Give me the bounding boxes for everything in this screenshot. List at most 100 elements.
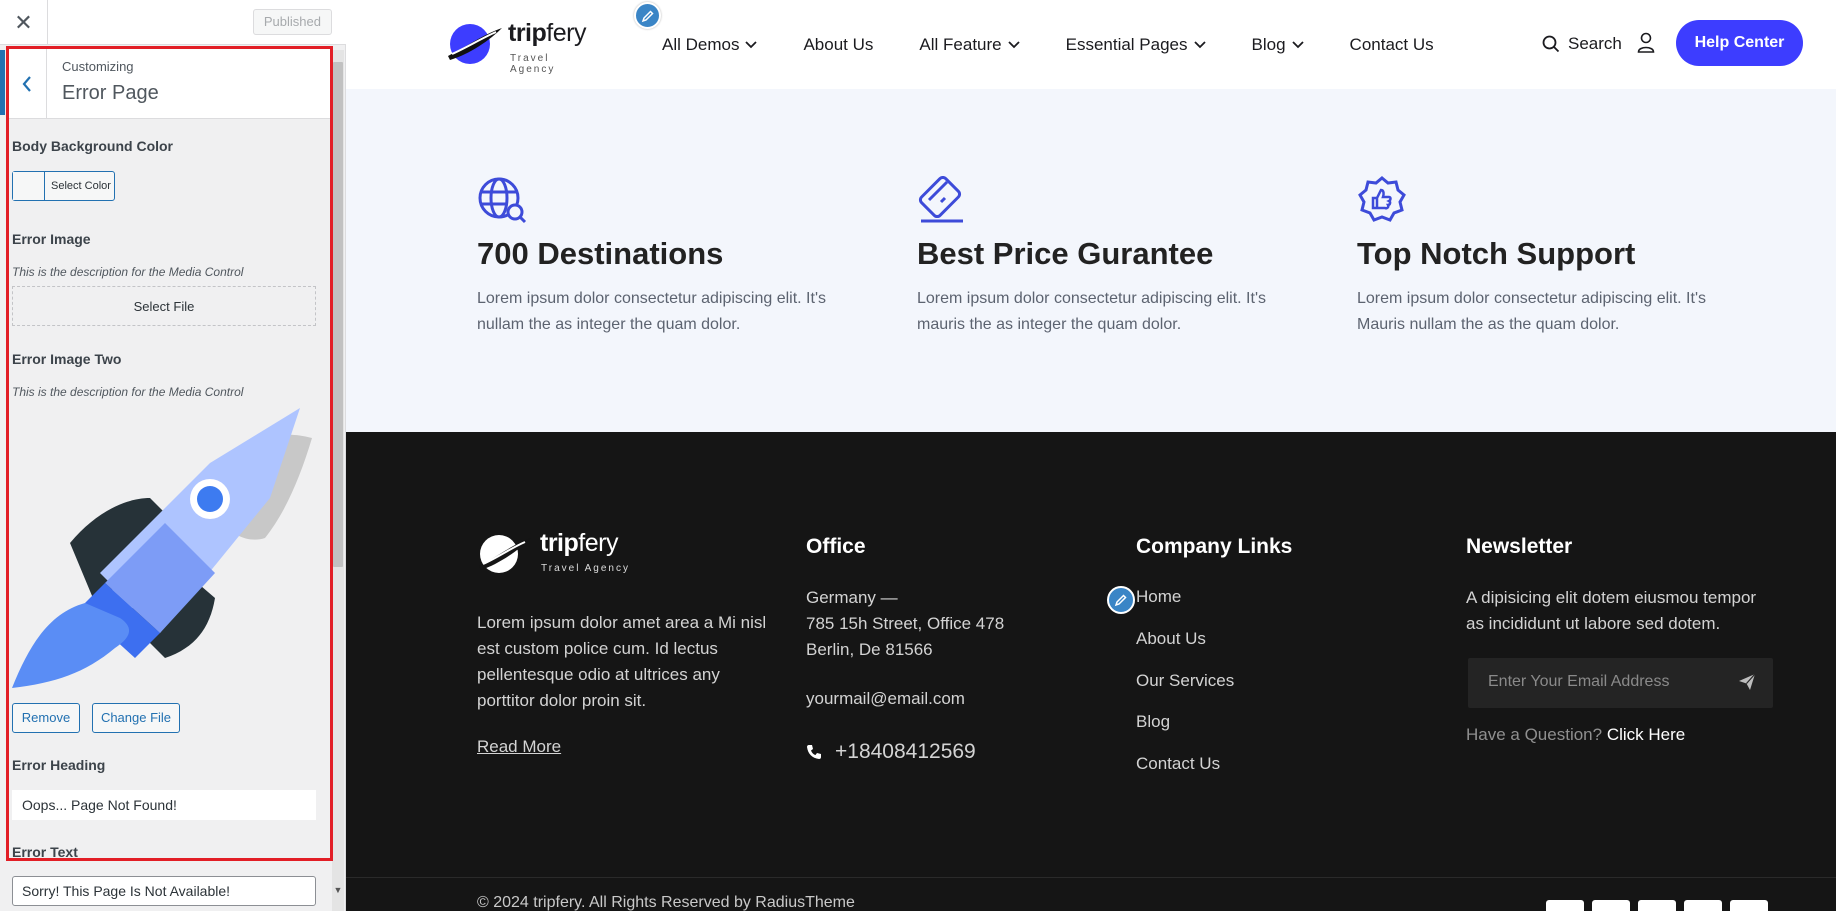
click-here-link[interactable]: Click Here: [1607, 725, 1685, 744]
nav-item-all-feature[interactable]: All Feature: [919, 34, 1020, 56]
feature-title: Best Price Gurantee: [917, 236, 1214, 271]
select-color-button[interactable]: Select Color: [12, 171, 115, 201]
features-section: 700 Destinations Lorem ipsum dolor conse…: [346, 89, 1836, 432]
footer-link-home[interactable]: Home: [1136, 587, 1181, 607]
select-color-label: Select Color: [51, 180, 111, 192]
chevron-down-icon: [1291, 41, 1304, 49]
error-heading-label: Error Heading: [12, 757, 106, 773]
error-heading-input[interactable]: Oops... Page Not Found!: [12, 790, 316, 820]
newsletter-text: A dipisicing elit dotem eiusmou tempor a…: [1466, 588, 1757, 633]
search-label: Search: [1568, 34, 1622, 53]
logo-tagline: Travel Agency: [541, 563, 630, 574]
newsletter-heading: Newsletter: [1466, 535, 1573, 558]
read-more-link[interactable]: Read More: [477, 737, 561, 757]
nav-item-essential-pages[interactable]: Essential Pages: [1066, 34, 1206, 56]
globe-search-icon: [478, 177, 527, 224]
footer-link-about-us[interactable]: About Us: [1136, 629, 1206, 649]
feature-description: Lorem ipsum dolor consectetur adipiscing…: [477, 290, 826, 333]
visa-icon: [1546, 900, 1584, 911]
nav-item-about-us[interactable]: About Us: [803, 34, 873, 56]
error-text-input[interactable]: Sorry! This Page Is Not Available!: [12, 876, 316, 906]
site-preview: tripfery Travel Agency All Demos About U…: [346, 0, 1836, 911]
customizer-sidebar: ✕ Published Customizing Error Page Body …: [0, 0, 346, 911]
chevron-down-icon: [1007, 41, 1020, 49]
sidebar-scrollbar[interactable]: [332, 50, 344, 911]
jcb-icon: [1730, 900, 1768, 911]
logo-planet-icon: [448, 24, 502, 64]
logo-tagline: Travel Agency: [510, 53, 556, 75]
chevron-down-icon: [1193, 41, 1206, 49]
mastercard-icon: [1592, 900, 1630, 911]
section-title: Error Page: [62, 82, 159, 104]
change-file-button[interactable]: Change File: [92, 703, 180, 733]
copyright-bar: © 2024 tripfery. All Rights Reserved by …: [346, 877, 1836, 911]
nav-item-all-demos[interactable]: All Demos: [662, 34, 758, 56]
newsletter-email-field[interactable]: Enter Your Email Address: [1468, 658, 1773, 708]
search-icon: [1542, 35, 1560, 53]
customizer-topbar: ✕ Published: [0, 0, 346, 45]
customizing-label: Customizing: [62, 59, 134, 74]
card-icon: [918, 176, 963, 223]
logo-planet-icon: [479, 535, 531, 573]
copyright-text: © 2024 tripfery. All Rights Reserved by …: [477, 894, 855, 911]
feature-title: Top Notch Support: [1357, 236, 1636, 271]
help-center-button[interactable]: Help Center: [1676, 20, 1803, 66]
body-bg-color-label: Body Background Color: [12, 138, 174, 154]
active-section-accent: [0, 50, 5, 115]
phone-number: +18408412569: [835, 740, 976, 763]
send-icon[interactable]: [1738, 673, 1756, 691]
published-button[interactable]: Published: [252, 9, 332, 35]
search-button[interactable]: Search: [1542, 34, 1622, 54]
office-phone-link[interactable]: +18408412569: [806, 740, 976, 764]
office-email-link[interactable]: yourmail@email.com: [806, 686, 965, 712]
email-placeholder: Enter Your Email Address: [1488, 673, 1670, 690]
phone-icon: [807, 745, 821, 759]
color-swatch: [13, 172, 45, 200]
logo-wordmark: tripfery: [508, 19, 586, 47]
question-text: Have a Question?: [1466, 725, 1603, 744]
footer-link-our-services[interactable]: Our Services: [1136, 671, 1234, 691]
feature-description: Lorem ipsum dolor consectetur adipiscing…: [917, 290, 1266, 333]
sidebar-scroll-thumb[interactable]: [333, 62, 343, 567]
footer-link-blog[interactable]: Blog: [1136, 712, 1170, 732]
edit-shortcut-pencil-icon[interactable]: [1107, 586, 1135, 614]
nav-item-contact-us[interactable]: Contact Us: [1350, 34, 1434, 56]
office-city: Berlin, De 81566: [806, 640, 933, 659]
logo-wordmark: tripfery: [540, 529, 618, 557]
nav-item-blog[interactable]: Blog: [1252, 34, 1304, 56]
feature-title: 700 Destinations: [477, 236, 724, 271]
error-image-two-label: Error Image Two: [12, 351, 122, 367]
site-header: tripfery Travel Agency All Demos About U…: [346, 0, 1836, 89]
discover-icon: [1638, 900, 1676, 911]
office-street: 785 15h Street, Office 478: [806, 614, 1005, 633]
section-header: Customizing Error Page: [7, 49, 332, 119]
site-footer: tripfery Travel Agency Lorem ipsum dolor…: [346, 432, 1836, 877]
footer-link-contact-us[interactable]: Contact Us: [1136, 754, 1220, 774]
office-heading: Office: [806, 535, 866, 558]
rocket-image: [12, 408, 312, 688]
error-image-two-description: This is the description for the Media Co…: [12, 385, 244, 399]
error-image-description: This is the description for the Media Co…: [12, 265, 244, 279]
scroll-down-arrow-icon[interactable]: ▼: [332, 880, 344, 900]
app-window: ✕ Published Customizing Error Page Body …: [0, 0, 1836, 911]
select-file-label: Select File: [133, 298, 195, 314]
thumbs-up-badge-icon: [1358, 176, 1406, 222]
user-account-icon[interactable]: [1637, 32, 1655, 59]
select-file-button[interactable]: Select File: [12, 286, 316, 326]
edit-shortcut-pencil-icon[interactable]: [634, 2, 661, 29]
chevron-down-icon: [745, 41, 758, 49]
error-text-label: Error Text: [12, 844, 78, 860]
close-icon: ✕: [14, 9, 33, 35]
company-links-heading: Company Links: [1136, 535, 1293, 558]
close-customizer-button[interactable]: ✕: [0, 0, 48, 45]
remove-image-button[interactable]: Remove: [12, 703, 80, 733]
back-button[interactable]: [7, 49, 47, 119]
footer-about-text: Lorem ipsum dolor amet area a Mi nisl es…: [477, 613, 767, 710]
question-line: Have a Question? Click Here: [1466, 725, 1685, 745]
office-country: Germany —: [806, 588, 898, 607]
paypal-icon: [1684, 900, 1722, 911]
main-nav: All Demos About Us All Feature Essential…: [662, 34, 1480, 56]
feature-description: Lorem ipsum dolor consectetur adipiscing…: [1357, 290, 1706, 333]
error-image-label: Error Image: [12, 231, 91, 247]
chevron-left-icon: [22, 76, 31, 92]
